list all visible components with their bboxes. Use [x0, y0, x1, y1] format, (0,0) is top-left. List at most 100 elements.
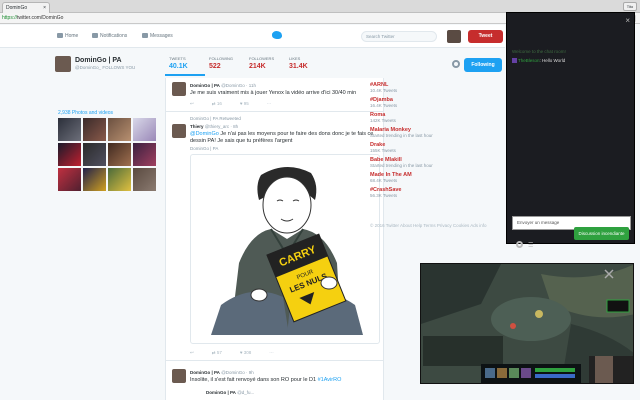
tweet-author[interactable]: DominGo | PA: [190, 370, 220, 375]
twitter-navbar: Home Notifications Messages Search Twitt…: [0, 25, 505, 48]
chat-send-button[interactable]: Discussion incendiante: [574, 227, 629, 240]
profile-name[interactable]: DominGo | PA: [75, 57, 122, 64]
retweet-icon[interactable]: ⇄ 16: [212, 101, 222, 107]
trend-item[interactable]: #CrashSave 56.3K Tweets: [370, 187, 500, 198]
tweet-text: Je me suis vraiment mis à jouer Yenox la…: [190, 90, 357, 96]
tweet-text: @DominGo Je n'ai pas les moyens pour te …: [190, 131, 380, 145]
following-button[interactable]: Following: [464, 58, 502, 72]
chat-message-text: : Hello World: [539, 58, 566, 63]
mention-link[interactable]: @DominGo: [190, 131, 219, 137]
photo-thumbnail[interactable]: [133, 168, 156, 191]
photo-thumbnail[interactable]: [83, 168, 106, 191]
stat-value: 40.1K: [169, 63, 188, 70]
profile-stats: TWEETS 40.1K FOLLOWING 522 FOLLOWERS 214…: [165, 56, 325, 76]
trend-item[interactable]: #ARNL 10.4K Tweets: [370, 82, 500, 93]
trend-count: 16.4K Tweets: [370, 103, 398, 108]
profile-avatar[interactable]: [55, 56, 71, 72]
more-icon[interactable]: ···: [269, 350, 274, 356]
tweet-media-drawing[interactable]: CARRY POUR LES NULS: [190, 154, 380, 344]
browser-tab[interactable]: DominGo ×: [2, 2, 50, 13]
trend-item[interactable]: Roma 142K Tweets: [370, 112, 500, 123]
tweet-button[interactable]: Tweet: [468, 30, 503, 43]
trend-item[interactable]: Made In The AM 68.4K Tweets: [370, 172, 500, 183]
photo-thumbnail[interactable]: [58, 143, 81, 166]
twitter-bird-icon[interactable]: [272, 31, 282, 39]
photo-thumbnail[interactable]: [58, 118, 81, 141]
stat-label: TWEETS: [169, 56, 186, 61]
nav-notifications-label: Notifications: [100, 33, 128, 39]
trend-item[interactable]: #Djamba 16.4K Tweets: [370, 97, 500, 108]
stat-likes[interactable]: LIKES 31.4K: [285, 56, 325, 76]
avatar[interactable]: [447, 30, 461, 43]
gear-icon[interactable]: [516, 241, 523, 248]
more-icon[interactable]: ···: [267, 101, 272, 107]
like-icon[interactable]: ♥ 95: [240, 101, 249, 107]
photo-thumbnail[interactable]: [58, 168, 81, 191]
photo-thumbnail[interactable]: [108, 168, 131, 191]
tweet-header: Thiery @thiery_arc · 8h: [190, 124, 238, 129]
photo-thumbnail[interactable]: [108, 118, 131, 141]
envelope-icon: [142, 33, 148, 38]
photo-thumbnail[interactable]: [83, 143, 106, 166]
trend-count: 142K Tweets: [370, 118, 396, 123]
tweet-author[interactable]: Thiery: [190, 124, 204, 129]
hashtag-link[interactable]: #1AvirRO: [318, 377, 342, 383]
reply-icon[interactable]: ↩: [190, 101, 194, 107]
like-count: 95: [243, 101, 249, 106]
profile-chip[interactable]: Tito: [623, 2, 637, 11]
retweet-icon[interactable]: ⇄ 57: [212, 350, 222, 356]
search-input[interactable]: Search Twitter: [361, 31, 437, 42]
nav-messages[interactable]: Messages: [142, 33, 173, 39]
stat-following[interactable]: FOLLOWING 522: [205, 56, 245, 76]
tweet-timeline: DominGo | PA @DominGo · 11h Je me suis v…: [165, 78, 384, 400]
list-icon[interactable]: ☰: [528, 242, 533, 249]
avatar[interactable]: [172, 124, 186, 138]
quoted-tweet-header[interactable]: DominGo | PA @d_fu...: [206, 390, 254, 395]
trend-item[interactable]: Babe Mlakill Started trending in the last…: [370, 157, 500, 168]
chat-username[interactable]: TheBleson: [518, 58, 540, 63]
stat-value: 31.4K: [289, 63, 308, 70]
close-icon[interactable]: ×: [625, 16, 630, 25]
retweet-count: 16: [216, 101, 222, 106]
footer-links[interactable]: © 2016 Twitter About Help Terms Privacy …: [370, 222, 500, 229]
avatar[interactable]: [172, 369, 186, 383]
like-icon[interactable]: ♥ 308: [240, 350, 251, 356]
nav-messages-label: Messages: [150, 33, 173, 39]
chat-panel: × Welcome to the chat room! TheBleson: H…: [506, 12, 635, 249]
trend-item[interactable]: Malaria Monkey Started trending in the la…: [370, 127, 500, 138]
badge-icon: [512, 58, 517, 63]
tweet-handle: @DominGo · 11h: [221, 83, 256, 88]
tab-close-icon[interactable]: ×: [43, 5, 46, 11]
url-field[interactable]: https://twitter.com/DominGo: [2, 15, 63, 21]
tweet-handle: @DominGo · 9h: [221, 370, 254, 375]
trend-item[interactable]: Drake 155K Tweets: [370, 142, 500, 153]
quote-handle: @d_fu...: [237, 390, 255, 395]
tweet-author[interactable]: DominGo | PA: [190, 83, 220, 88]
stat-label: FOLLOWERS: [249, 56, 275, 61]
photo-thumbnail[interactable]: [133, 118, 156, 141]
stat-label: LIKES: [289, 56, 301, 61]
trends-list: #ARNL 10.4K Tweets #Djamba 16.4K Tweets Ro…: [370, 82, 500, 202]
trend-count: Started trending in the last hour: [370, 133, 433, 138]
tab-title: DominGo: [6, 5, 28, 11]
tweet-text-body: Insolite, il s'est fait renvoyé dans son…: [190, 377, 318, 383]
photos-videos-link[interactable]: 2,938 Photos and videos: [58, 110, 113, 116]
photo-thumbnail[interactable]: [83, 118, 106, 141]
stream-video-player[interactable]: [420, 263, 634, 384]
photo-thumbnail[interactable]: [133, 143, 156, 166]
stat-tweets[interactable]: TWEETS 40.1K: [165, 56, 205, 76]
photo-thumbnail[interactable]: [108, 143, 131, 166]
stat-value: 522: [209, 63, 221, 70]
photo-grid: [58, 118, 156, 191]
gear-icon[interactable]: [452, 60, 460, 68]
profile-handle: @DominGo_ FOLLOWS YOU: [75, 65, 136, 70]
stat-followers[interactable]: FOLLOWERS 214K: [245, 56, 285, 76]
stat-value: 214K: [249, 63, 266, 70]
nav-home[interactable]: Home: [57, 33, 78, 39]
trend-count: 10.4K Tweets: [370, 88, 398, 93]
nav-notifications[interactable]: Notifications: [92, 33, 127, 39]
stat-label: FOLLOWING: [209, 56, 234, 61]
avatar[interactable]: [172, 82, 186, 96]
divider: [166, 111, 383, 112]
reply-icon[interactable]: ↩: [190, 350, 194, 356]
